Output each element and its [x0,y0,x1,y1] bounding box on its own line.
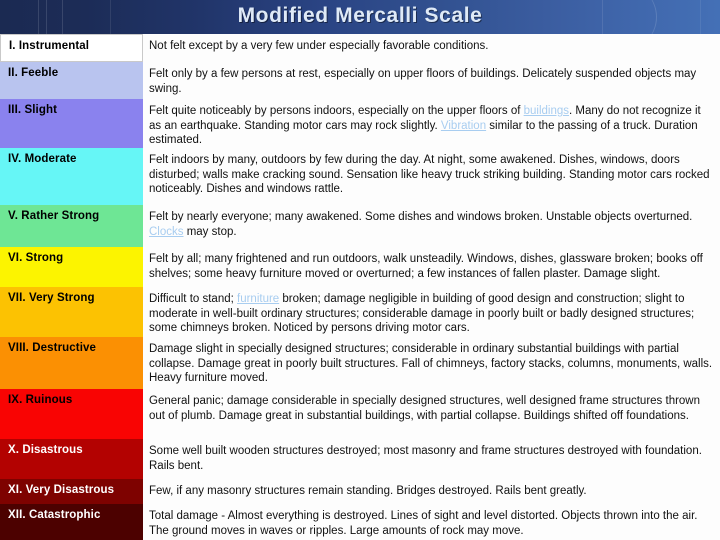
description-cell: Felt quite noticeably by persons indoors… [143,99,720,148]
description-cell: Felt by nearly everyone; many awakened. … [143,205,720,247]
description-cell: Some well built wooden structures destro… [143,439,720,479]
description-cell: Damage slight in specially designed stru… [143,337,720,389]
intensity-level-cell: VI. Strong [0,247,143,287]
description-text: Felt quite noticeably by persons indoors… [149,105,524,117]
table-row: II. Feeble Felt only by a few persons at … [0,62,720,99]
table-row: VI. Strong Felt by all; many frightened a… [0,247,720,287]
table-row: V. Rather Strong Felt by nearly everyone;… [0,205,720,247]
description-link[interactable]: buildings [524,105,569,117]
table-row: III. Slight Felt quite noticeably by pers… [0,99,720,148]
description-cell: Felt only by a few persons at rest, espe… [143,62,720,99]
table-row: VIII. Destructive Damage slight in specia… [0,337,720,389]
intensity-level-cell: VIII. Destructive [0,337,143,389]
mercalli-scale-table: I. Instrumental Not felt except by a very… [0,34,720,540]
table-row: I. Instrumental Not felt except by a very… [0,34,720,62]
intensity-level-cell: VII. Very Strong [0,287,143,337]
description-cell: Difficult to stand; furniture broken; da… [143,287,720,337]
title-bar: Modified Mercalli Scale [0,0,720,34]
intensity-level-cell: III. Slight [0,99,143,148]
table-row: IV. Moderate Felt indoors by many, outdoo… [0,148,720,205]
intensity-level-cell: XII. Catastrophic [0,504,143,540]
intensity-level-cell: X. Disastrous [0,439,143,479]
intensity-level-cell: I. Instrumental [0,34,143,62]
description-cell: Felt indoors by many, outdoors by few du… [143,148,720,205]
table-row: X. Disastrous Some well built wooden stru… [0,439,720,479]
description-text: Felt by nearly everyone; many awakened. … [149,211,693,223]
intensity-level-cell: XI. Very Disastrous [0,479,143,504]
intensity-level-cell: IV. Moderate [0,148,143,205]
intensity-level-cell: IX. Ruinous [0,389,143,439]
description-link[interactable]: Vibration [441,120,486,132]
table-row: XII. Catastrophic Total damage - Almost e… [0,504,720,540]
description-cell: Few, if any masonry structures remain st… [143,479,720,504]
description-text: Difficult to stand; [149,293,237,305]
description-cell: General panic; damage considerable in sp… [143,389,720,439]
description-text: may stop. [183,225,237,238]
description-link[interactable]: furniture [237,293,279,305]
table-row: IX. Ruinous General panic; damage conside… [0,389,720,439]
slide-root: Modified Mercalli Scale I. Instrumental N… [0,0,720,540]
description-link[interactable]: Clocks [149,226,184,238]
intensity-level-cell: V. Rather Strong [0,205,143,247]
description-cell: Not felt except by a very few under espe… [143,34,720,62]
table-row: VII. Very Strong Difficult to stand; furn… [0,287,720,337]
description-cell: Total damage - Almost everything is dest… [143,504,720,540]
description-cell: Felt by all; many frightened and run out… [143,247,720,287]
table-row: XI. Very Disastrous Few, if any masonry s… [0,479,720,504]
slide-title: Modified Mercalli Scale [237,4,483,27]
intensity-level-cell: II. Feeble [0,62,143,99]
